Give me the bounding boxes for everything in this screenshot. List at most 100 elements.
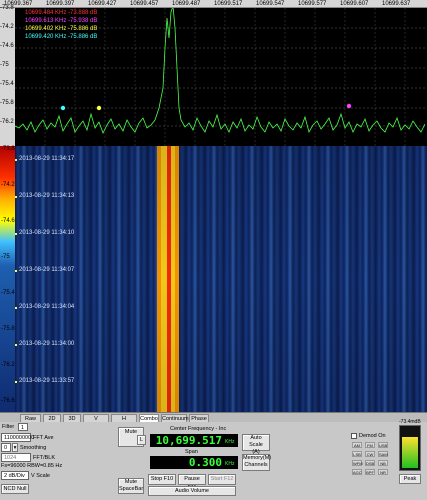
waterfall-shade [15, 146, 427, 412]
demod-mode-lamp[interactable]: USB [378, 442, 388, 448]
fft-blk-label: FFT/BLK [33, 455, 56, 461]
control-panel: Filter 1 1100000000 FFT Ave 0 ▾ Smoothin… [0, 419, 427, 500]
spectrum-grid [15, 27, 427, 127]
tab-phase[interactable]: Phase [189, 414, 209, 422]
demod-mode-lamp[interactable]: WFM [352, 460, 363, 466]
demod-mode-lamp[interactable]: LSB [352, 451, 362, 457]
demod-mode-lamp[interactable]: CW [365, 451, 375, 457]
marker-readout: 10699.402 KHz -75.886 dB [25, 26, 98, 32]
demod-mode-lamp[interactable]: SAM [378, 451, 388, 457]
demod-mode-lamp[interactable]: NR [378, 469, 388, 475]
color-bar-label: -75.8 [1, 326, 15, 332]
smoothing-spin-button[interactable]: ▾ [12, 443, 18, 452]
view-tab-bar: Raw Data2D Plot3D PlotV WaterfallH Water… [0, 412, 427, 430]
peak-button[interactable]: Peak [399, 474, 421, 484]
memory-label: Memory(M) [243, 455, 272, 461]
spectrum-plot[interactable]: 10699.484 KHz -73.888 dB 10699.613 KHz -7… [15, 8, 427, 146]
color-bar-label: -76.2 [1, 362, 15, 368]
smoothing-field[interactable]: 0 [1, 443, 11, 452]
auto-scale-button[interactable]: Auto Scale (A) [242, 434, 270, 455]
waterfall-time-marker [15, 344, 17, 346]
pause-button[interactable]: Pause F11 [178, 474, 206, 491]
fft-size-field[interactable]: 1100000000 [1, 433, 34, 442]
mute-spacebar-button[interactable]: Mute SpaceBar [118, 478, 144, 494]
waterfall-time-marker [15, 307, 17, 309]
smoothing-label: Smoothing [20, 445, 47, 451]
waterfall-timestamp: 2013-08-29 11:34:00 [19, 341, 75, 347]
db-scale-label: -74.6 [0, 43, 14, 49]
waterfall-timestamp: 2013-08-29 11:34:17 [19, 156, 75, 162]
color-bar-label: -75 [1, 254, 10, 260]
marker-readout: 10699.484 KHz -73.888 dB [25, 10, 98, 16]
db-scale-label: -74.2 [0, 24, 14, 30]
frequency-tick-label: 10699.487 [172, 1, 201, 7]
ncd-null-button[interactable]: NCD Null [1, 484, 29, 494]
db-scale-label: -76.2 [0, 119, 14, 125]
stop-button[interactable]: Stop F10 [148, 474, 176, 485]
frequency-tick-label: 10699.397 [46, 1, 75, 7]
marker-readout: 10699.613 KHz -75.938 dB [25, 18, 98, 24]
demod-on-checkbox[interactable] [351, 433, 357, 439]
waterfall-time-marker [15, 381, 17, 383]
color-bar-label: -74.2 [1, 182, 15, 188]
fft-blk-field[interactable]: 1024 [1, 453, 31, 462]
waterfall-time-marker [15, 233, 17, 235]
center-frequency-label: Center Frequency - Inc [170, 426, 227, 432]
waterfall-time-marker [15, 270, 17, 272]
color-bar-label: -76.6 [1, 398, 15, 404]
start-button[interactable]: Start F12 [208, 474, 236, 485]
memory-channels-button[interactable]: Memory(M) Channels [242, 454, 272, 471]
span-unit: KHz [225, 461, 235, 467]
channels-label: Channels [244, 462, 268, 468]
tab-h-waterfall[interactable]: H Waterfall [111, 414, 137, 430]
waterfall-time-marker [15, 196, 17, 198]
tab-raw-data[interactable]: Raw Data [20, 414, 41, 430]
sdr-window: 10699.367 10699.397 10699.427 10699.457 1069… [0, 0, 427, 500]
db-scale-label: -75.8 [0, 100, 14, 106]
signal-level-meter [399, 425, 421, 471]
filter-field[interactable]: 1 [18, 423, 28, 431]
filter-label: Filter [2, 424, 15, 430]
tab-combo[interactable]: Combo [139, 414, 159, 422]
waterfall-time-marker [15, 159, 17, 161]
frequency-tick-label: 10699.517 [214, 1, 243, 7]
tab-continuum[interactable]: Continuum [161, 414, 189, 422]
db-scale-label: -75 [0, 62, 9, 68]
auto-scale-label: Auto Scale [249, 435, 263, 448]
color-bar-label: -74.6 [1, 218, 15, 224]
color-bar-label: -75.4 [1, 290, 15, 296]
frequency-tick-label: 10699.577 [298, 1, 327, 7]
tab-2d-plot[interactable]: 2D Plot [43, 414, 61, 430]
waterfall-timestamp: 2013-08-29 11:34:07 [19, 267, 75, 273]
increment-button[interactable]: L [137, 435, 146, 445]
demod-on-label: Demod On [359, 433, 386, 439]
vscale-label: V Scale [31, 473, 50, 479]
meter-fill [402, 437, 418, 468]
vscale-select[interactable]: 2 dB/Div [1, 471, 29, 480]
tab-v-waterfall[interactable]: V Waterfall [83, 414, 109, 430]
frequency-tick-label: 10699.607 [340, 1, 369, 7]
fft-ave-label: FFT Ave [33, 435, 54, 441]
demod-mode-lamp[interactable]: DSB [365, 460, 375, 466]
demod-mode-lamp[interactable]: BPF [365, 469, 375, 475]
waterfall-display[interactable]: 2013-08-29 11:34:17 2013-08-29 11:34:13 20… [15, 146, 427, 412]
frequency-tick-label: 10699.427 [88, 1, 117, 7]
db-scale: -73.8 -74.2 -74.6 -75 -75.4 -75.8 -76.2 [0, 5, 15, 146]
tab-3d-plot[interactable]: 3D Plot [63, 414, 81, 430]
demod-mode-lamp[interactable]: AM [352, 442, 362, 448]
waterfall-timestamp: 2013-08-29 11:34:04 [19, 304, 75, 310]
waterfall-timestamp: 2013-08-29 11:34:10 [19, 230, 75, 236]
demod-mode-lamp[interactable]: AGC [352, 469, 362, 475]
demod-mode-lamp[interactable]: NB [378, 460, 388, 466]
demod-mode-lamp[interactable]: FM [365, 442, 375, 448]
db-scale-label: -75.4 [0, 81, 14, 87]
waterfall-timestamp: 2013-08-29 11:33:57 [19, 378, 75, 384]
waterfall-timestamp: 2013-08-29 11:34:13 [19, 193, 75, 199]
color-bar-label: -73.8 [1, 146, 15, 152]
fs-rbw-text: Fs=96000 RBW=0.85 Hz [1, 463, 63, 469]
marker-dot-yellow[interactable] [96, 105, 102, 111]
marker-dot-magenta[interactable] [346, 103, 352, 109]
marker-dot-cyan[interactable] [60, 105, 66, 111]
frequency-tick-label: 10699.637 [382, 1, 411, 7]
audio-volume-slider[interactable]: Audio Volume [148, 486, 236, 496]
